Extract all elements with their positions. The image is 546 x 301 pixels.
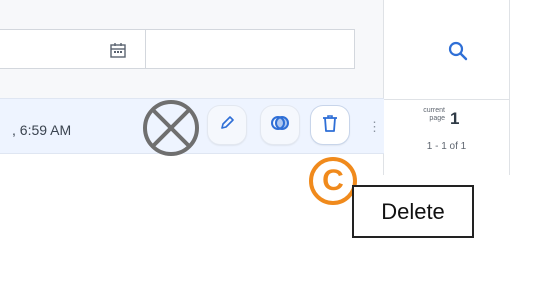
right-gutter [510,0,546,301]
date-filter-field[interactable] [0,29,146,69]
delete-button[interactable] [311,106,349,144]
current-page-label: current page [423,107,445,122]
edit-button[interactable] [208,106,246,144]
page-range: 1 - 1 of 1 [426,141,467,152]
pagination [384,99,509,175]
blocked-action [140,97,202,159]
calendar-icon[interactable] [108,40,128,60]
pencil-icon [218,114,236,137]
merge-icon [270,113,290,138]
search-icon[interactable] [447,40,469,62]
current-page-number: 1 [450,109,460,128]
delete-tooltip: Delete [352,185,474,238]
merge-button[interactable] [261,106,299,144]
trash-icon [321,113,339,138]
filter-text-field[interactable] [146,29,355,69]
annotation-marker: C [309,157,357,205]
row-time: , 6:59 AM [12,122,72,138]
more-icon[interactable]: ⋮ [368,119,381,135]
